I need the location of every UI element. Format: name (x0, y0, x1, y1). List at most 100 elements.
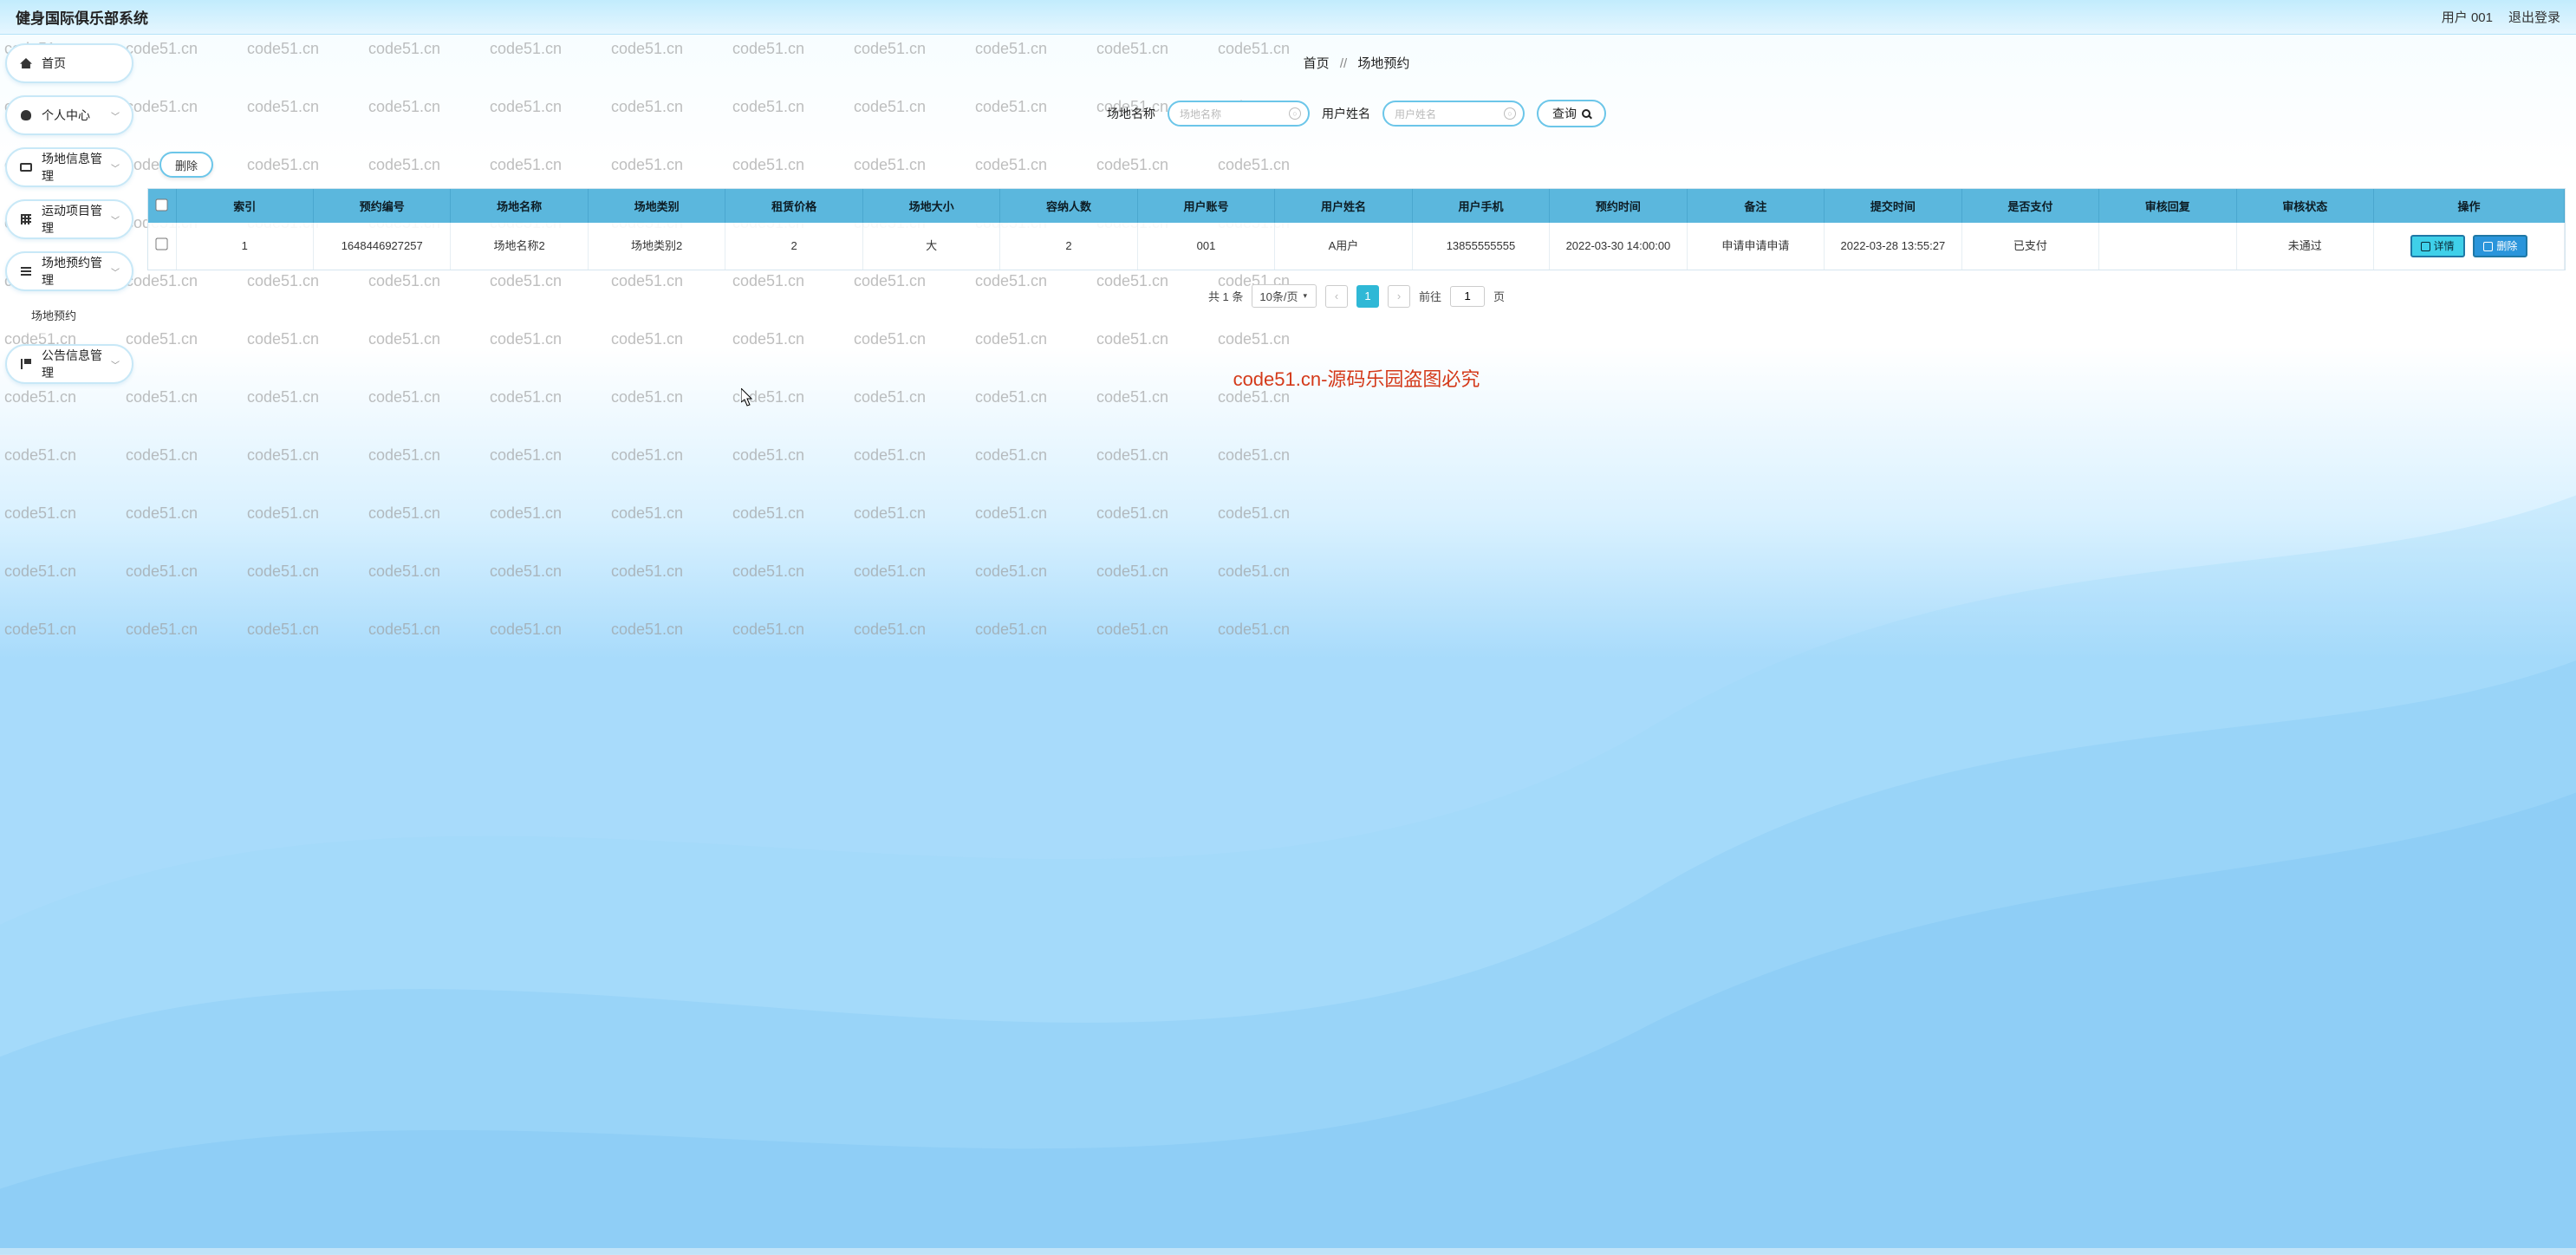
pager-goto-input[interactable] (1450, 286, 1485, 307)
sidebar-item-5[interactable]: 公告信息管理 ﹀ (5, 344, 133, 384)
col-header: 预约编号 (313, 189, 450, 223)
flag-icon (19, 357, 33, 371)
cell: 1648446927257 (313, 223, 450, 270)
cell: A用户 (1275, 223, 1412, 270)
search-label-user: 用户姓名 (1322, 105, 1370, 122)
app-header: 健身国际俱乐部系统 用户 001 退出登录 (0, 0, 2576, 35)
search-input-venue[interactable]: 场地名称 ○ (1168, 101, 1310, 127)
chevron-down-icon: ﹀ (111, 358, 120, 371)
clear-icon[interactable]: ○ (1289, 107, 1301, 120)
col-header: 场地类别 (588, 189, 725, 223)
search-label-venue: 场地名称 (1107, 105, 1155, 122)
sidebar-item-4[interactable]: 场地预约管理 ﹀ (5, 251, 133, 291)
col-header: 租赁价格 (725, 189, 862, 223)
row-checkbox[interactable] (156, 237, 168, 250)
col-header: 容纳人数 (1000, 189, 1137, 223)
cell: 场地名称2 (451, 223, 588, 270)
chevron-down-icon: ﹀ (111, 161, 120, 174)
col-header: 是否支付 (1961, 189, 2098, 223)
sidebar-item-3[interactable]: 运动项目管理 ﹀ (5, 199, 133, 239)
cell: 2 (1000, 223, 1137, 270)
pager-next[interactable]: › (1388, 285, 1410, 308)
sidebar-item-1[interactable]: 个人中心 ﹀ (5, 95, 133, 135)
pager-goto-prefix: 前往 (1419, 288, 1441, 304)
cell: 场地类别2 (588, 223, 725, 270)
col-header: 用户手机 (1412, 189, 1549, 223)
select-all-checkbox[interactable] (156, 198, 168, 211)
monitor-icon (19, 160, 33, 174)
cell: 已支付 (1961, 223, 2098, 270)
search-bar: 场地名称 场地名称 ○ 用户姓名 用户姓名 ○ 查询 (147, 100, 2566, 127)
detail-icon (2421, 242, 2430, 251)
watermark-center: code51.cn-源码乐园盗图必究 (1233, 364, 1480, 392)
sidebar-item-label: 运动项目管理 (42, 202, 111, 237)
list-icon (19, 264, 33, 278)
cell (2099, 223, 2236, 270)
sidebar: 首页 个人中心 ﹀ 场地信息管理 ﹀ 运动项目管理 ﹀ 场地预约管理 ﹀场地预约… (0, 35, 137, 1248)
sidebar-item-2[interactable]: 场地信息管理 ﹀ (5, 147, 133, 187)
pager-total: 共 1 条 (1208, 288, 1243, 304)
cell: 13855555555 (1412, 223, 1549, 270)
pager-page-1[interactable]: 1 (1356, 285, 1379, 308)
app-title: 健身国际俱乐部系统 (16, 6, 148, 28)
cell: 2022-03-30 14:00:00 (1550, 223, 1687, 270)
input-placeholder: 用户姓名 (1395, 107, 1436, 121)
select-all-header[interactable] (148, 189, 176, 223)
delete-icon (2483, 242, 2493, 251)
col-header: 审核回复 (2099, 189, 2236, 223)
col-header: 审核状态 (2236, 189, 2373, 223)
cell: 001 (1137, 223, 1274, 270)
chevron-down-icon: ﹀ (111, 109, 120, 122)
col-header: 提交时间 (1825, 189, 1961, 223)
breadcrumb-current: 场地预约 (1357, 56, 1409, 71)
col-header: 场地大小 (862, 189, 999, 223)
col-header: 备注 (1687, 189, 1824, 223)
col-header: 预约时间 (1550, 189, 1687, 223)
chevron-down-icon: ﹀ (111, 213, 120, 226)
row-delete-button[interactable]: 删除 (2473, 235, 2527, 257)
clear-icon[interactable]: ○ (1504, 107, 1516, 120)
bulk-delete-button[interactable]: 删除 (159, 152, 213, 178)
cell: 2 (725, 223, 862, 270)
sidebar-item-label: 首页 (42, 55, 120, 72)
chevron-down-icon: ▾ (1303, 291, 1307, 301)
pagination: 共 1 条 10条/页 ▾ ‹ 1 › 前往 页 (147, 279, 2566, 323)
grid-icon (19, 212, 33, 226)
col-header: 用户账号 (1137, 189, 1274, 223)
sidebar-item-label: 个人中心 (42, 107, 111, 124)
cell: 2022-03-28 13:55:27 (1825, 223, 1961, 270)
cell-actions: 详情 删除 (2374, 223, 2565, 270)
col-header: 场地名称 (451, 189, 588, 223)
pager-prev[interactable]: ‹ (1325, 285, 1348, 308)
table-row: 11648446927257场地名称2场地类别22大2001A用户1385555… (148, 223, 2565, 270)
sidebar-item-label: 场地信息管理 (42, 150, 111, 185)
data-table: 索引预约编号场地名称场地类别租赁价格场地大小容纳人数用户账号用户姓名用户手机预约… (147, 188, 2566, 270)
cell: 未通过 (2236, 223, 2373, 270)
col-header: 用户姓名 (1275, 189, 1412, 223)
sidebar-item-label: 公告信息管理 (42, 347, 111, 381)
header-user[interactable]: 用户 001 (2442, 8, 2493, 26)
main-content: 首页 // 场地预约 场地名称 场地名称 ○ 用户姓名 用户姓名 ○ 查询 删除 (137, 35, 2576, 1248)
cell: 1 (176, 223, 313, 270)
home-icon (19, 56, 33, 70)
sidebar-item-0[interactable]: 首页 (5, 43, 133, 83)
row-detail-button[interactable]: 详情 (2410, 235, 2465, 257)
breadcrumb: 首页 // 场地预约 (147, 42, 2566, 100)
search-input-user[interactable]: 用户姓名 ○ (1382, 101, 1525, 127)
search-icon (1582, 109, 1590, 118)
query-button[interactable]: 查询 (1537, 100, 1606, 127)
col-header: 操作 (2374, 189, 2565, 223)
logout-link[interactable]: 退出登录 (2508, 8, 2560, 26)
sidebar-item-label: 场地预约管理 (42, 254, 111, 289)
user-icon (19, 108, 33, 122)
sidebar-subitem[interactable]: 场地预约 (16, 296, 128, 334)
input-placeholder: 场地名称 (1180, 107, 1221, 121)
breadcrumb-sep: // (1340, 56, 1347, 71)
page-size-select[interactable]: 10条/页 ▾ (1252, 284, 1317, 308)
col-header: 索引 (176, 189, 313, 223)
pager-goto-suffix: 页 (1493, 288, 1505, 304)
chevron-down-icon: ﹀ (111, 265, 120, 278)
cell: 大 (862, 223, 999, 270)
cell: 申请申请申请 (1687, 223, 1824, 270)
breadcrumb-home[interactable]: 首页 (1304, 56, 1330, 71)
